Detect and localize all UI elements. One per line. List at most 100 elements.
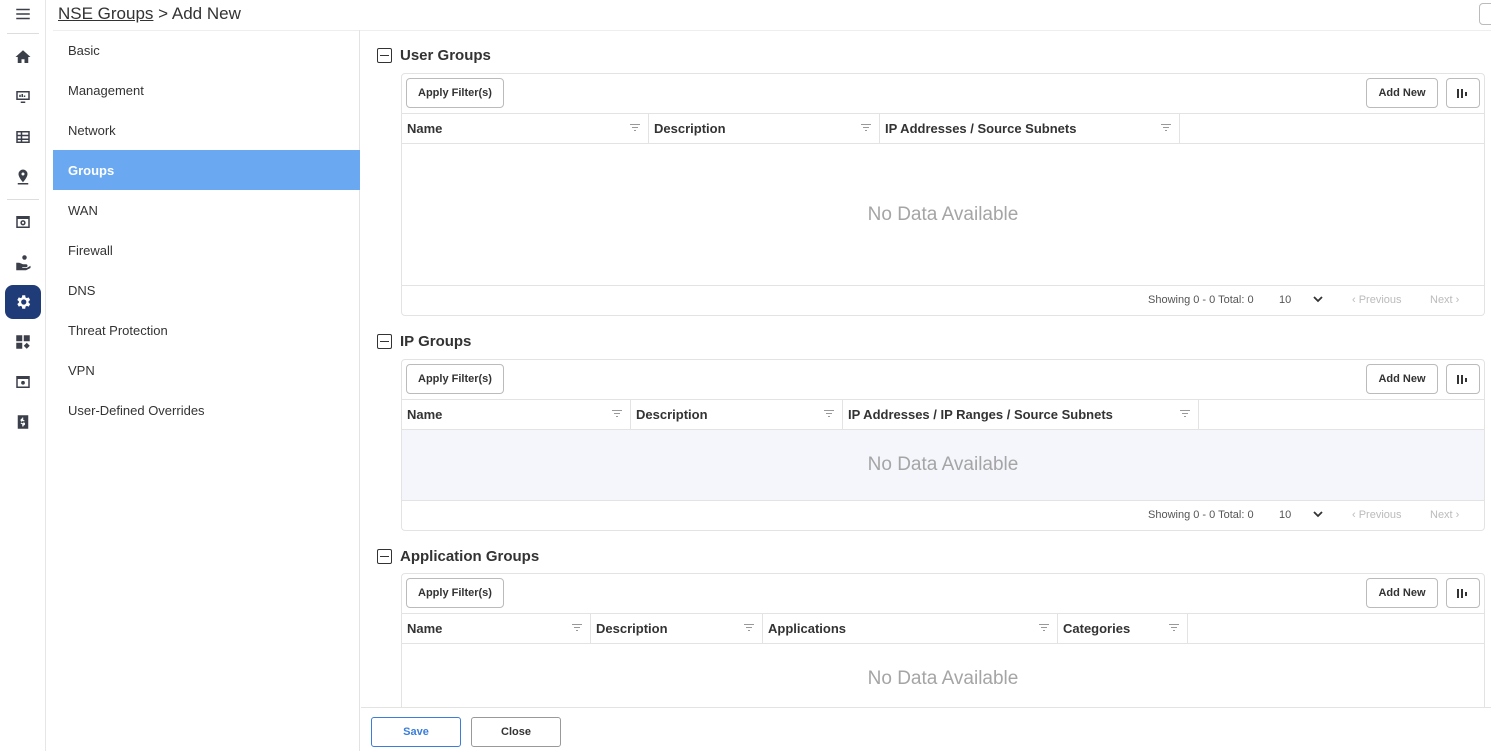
previous-page-button[interactable]: ‹ Previous [1352, 509, 1402, 521]
window-settings-icon[interactable] [5, 365, 41, 399]
column-header-ip-addresses[interactable]: IP Addresses / Source Subnets [880, 114, 1180, 143]
showing-info: Showing 0 - 0 Total: 0 [1148, 294, 1254, 306]
table-footer: Showing 0 - 0 Total: 0 10 ‹ Previous Nex… [402, 500, 1484, 530]
filter-icon[interactable] [612, 410, 622, 418]
breadcrumb-current: Add New [171, 4, 241, 23]
collapse-icon[interactable] [377, 48, 392, 63]
dollar-icon[interactable] [5, 405, 41, 439]
collapse-icon[interactable] [377, 334, 392, 349]
empty-state: No Data Available [402, 430, 1484, 500]
action-bar: Save Close [361, 707, 1491, 751]
section-header-application-groups[interactable]: Application Groups [377, 548, 539, 565]
table-header: Name Description IP Addresses / IP Range… [402, 399, 1484, 430]
apply-filter-button[interactable]: Apply Filter(s) [406, 364, 504, 394]
column-label: Name [407, 121, 443, 136]
column-header-name[interactable]: Name [402, 400, 631, 429]
section-header-ip-groups[interactable]: IP Groups [377, 333, 471, 350]
filter-icon[interactable] [744, 624, 754, 632]
section-title-ip-groups: IP Groups [400, 333, 472, 350]
application-groups-table: Apply Filter(s) Add New Name Description… [401, 573, 1485, 707]
column-header-name[interactable]: Name [402, 114, 649, 143]
hand-coin-icon[interactable] [5, 245, 41, 279]
column-chooser-button[interactable] [1446, 578, 1480, 608]
subnav-item-user-defined-overrides[interactable]: User-Defined Overrides [53, 390, 360, 430]
filter-icon[interactable] [1180, 410, 1190, 418]
subnav-item-threat-protection[interactable]: Threat Protection [53, 310, 360, 350]
header-corner-button[interactable] [1479, 3, 1491, 25]
dashboard-icon[interactable] [5, 205, 41, 239]
section-title-user-groups: User Groups [400, 47, 491, 64]
empty-state: No Data Available [867, 203, 1019, 225]
showing-info: Showing 0 - 0 Total: 0 [1148, 509, 1254, 521]
columns-icon [1457, 588, 1469, 598]
main-content: User Groups Apply Filter(s) Add New Name… [361, 31, 1491, 707]
subnav-item-dns[interactable]: DNS [53, 270, 360, 310]
filter-icon[interactable] [824, 410, 834, 418]
columns-icon [1457, 88, 1469, 98]
settings-subnav: Basic Management Network Groups WAN Fire… [53, 30, 360, 751]
column-label: Applications [768, 621, 847, 636]
table-header: Name Description IP Addresses / Source S… [402, 113, 1484, 144]
next-page-button[interactable]: Next › [1430, 294, 1459, 306]
next-page-button[interactable]: Next › [1430, 509, 1459, 521]
chevron-down-icon[interactable] [1312, 508, 1324, 520]
column-header-name[interactable]: Name [402, 614, 591, 643]
column-label: Name [407, 407, 443, 422]
add-new-button[interactable]: Add New [1366, 78, 1438, 108]
monitor-icon[interactable] [5, 80, 41, 114]
column-chooser-button[interactable] [1446, 364, 1480, 394]
column-header-description[interactable]: Description [591, 614, 763, 643]
page-size-select[interactable]: 10 [1279, 294, 1291, 306]
subnav-item-basic[interactable]: Basic [53, 30, 360, 70]
location-icon[interactable] [5, 160, 41, 194]
subnav-item-firewall[interactable]: Firewall [53, 230, 360, 270]
add-new-button[interactable]: Add New [1366, 364, 1438, 394]
table-footer: Showing 0 - 0 Total: 0 10 ‹ Previous Nex… [402, 285, 1484, 315]
column-header-description[interactable]: Description [649, 114, 880, 143]
breadcrumb: NSE Groups > Add New [58, 4, 241, 24]
section-title-application-groups: Application Groups [400, 548, 540, 565]
column-label: Description [596, 621, 668, 636]
column-chooser-button[interactable] [1446, 78, 1480, 108]
widgets-icon[interactable] [5, 325, 41, 359]
previous-page-button[interactable]: ‹ Previous [1352, 294, 1402, 306]
subnav-item-groups[interactable]: Groups [53, 150, 360, 190]
apply-filter-button[interactable]: Apply Filter(s) [406, 78, 504, 108]
collapse-icon[interactable] [377, 549, 392, 564]
icon-rail [0, 0, 46, 751]
breadcrumb-link-nse-groups[interactable]: NSE Groups [58, 4, 153, 23]
filter-icon[interactable] [1161, 124, 1171, 132]
columns-icon [1457, 374, 1469, 384]
page-size-select[interactable]: 10 [1279, 509, 1291, 521]
subnav-item-network[interactable]: Network [53, 110, 360, 150]
rail-divider [7, 33, 39, 34]
column-header-description[interactable]: Description [631, 400, 843, 429]
subnav-item-management[interactable]: Management [53, 70, 360, 110]
filter-icon[interactable] [630, 124, 640, 132]
rail-divider [7, 199, 39, 200]
column-header-ip-addresses-ranges[interactable]: IP Addresses / IP Ranges / Source Subnet… [843, 400, 1199, 429]
filter-icon[interactable] [572, 624, 582, 632]
subnav-item-vpn[interactable]: VPN [53, 350, 360, 390]
filter-icon[interactable] [861, 124, 871, 132]
apply-filter-button[interactable]: Apply Filter(s) [406, 578, 504, 608]
section-header-user-groups[interactable]: User Groups [377, 47, 491, 64]
filter-icon[interactable] [1039, 624, 1049, 632]
breadcrumb-separator: > [153, 4, 172, 23]
chevron-down-icon[interactable] [1312, 293, 1324, 305]
column-header-applications[interactable]: Applications [763, 614, 1058, 643]
gear-icon[interactable] [5, 285, 41, 319]
table-icon[interactable] [5, 120, 41, 154]
column-label: Description [636, 407, 708, 422]
close-button[interactable]: Close [471, 717, 561, 747]
column-header-categories[interactable]: Categories [1058, 614, 1188, 643]
column-label: IP Addresses / IP Ranges / Source Subnet… [848, 407, 1113, 422]
filter-icon[interactable] [1169, 624, 1179, 632]
home-icon[interactable] [5, 40, 41, 74]
column-label: Categories [1063, 621, 1131, 636]
add-new-button[interactable]: Add New [1366, 578, 1438, 608]
column-label: IP Addresses / Source Subnets [885, 121, 1077, 136]
save-button[interactable]: Save [371, 717, 461, 747]
menu-icon[interactable] [5, 0, 41, 31]
subnav-item-wan[interactable]: WAN [53, 190, 360, 230]
